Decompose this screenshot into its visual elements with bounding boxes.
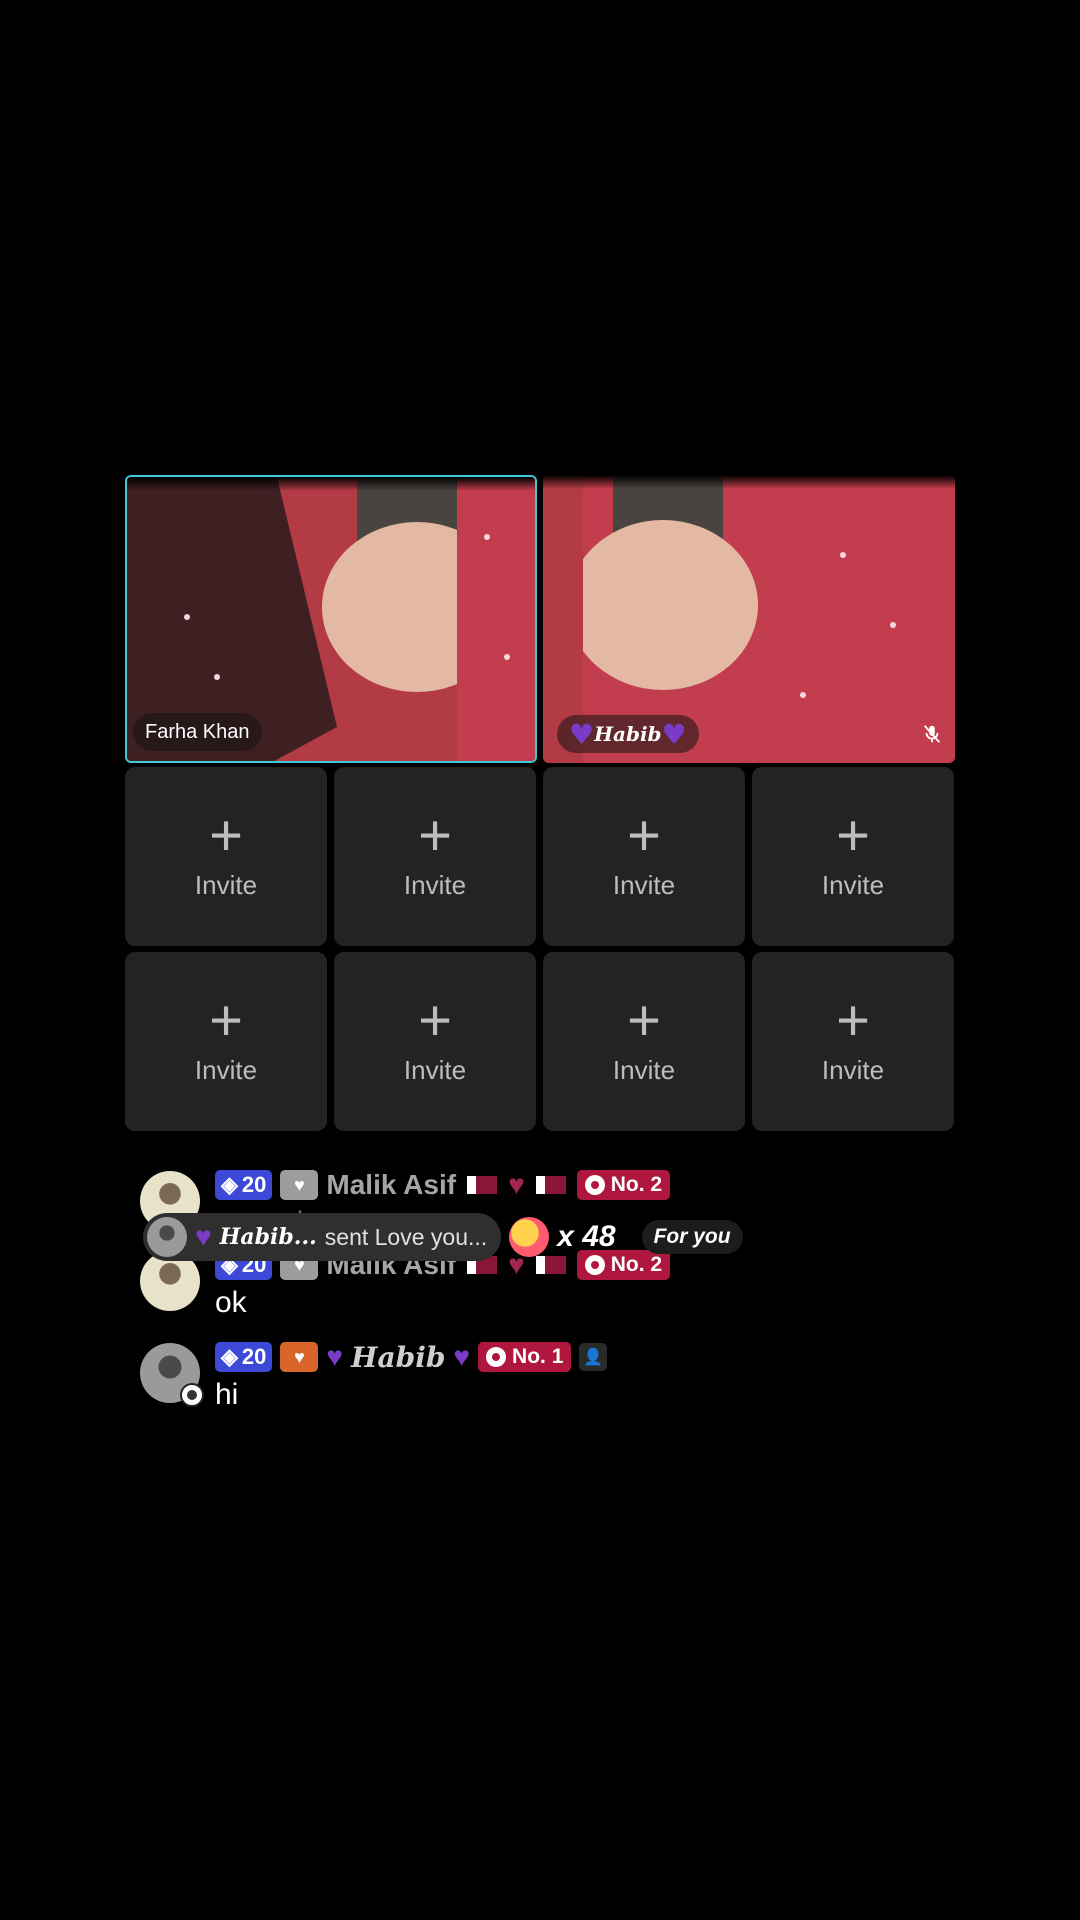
heart-icon: ♥ <box>508 1169 525 1200</box>
level-value: 20 <box>241 1344 267 1369</box>
rank-icon <box>584 1175 605 1195</box>
message-header: ◈ 20 ♥ Malik Asif ♥ No. 2 <box>215 1168 940 1202</box>
gift-sender-name: Habib... <box>219 1224 317 1250</box>
plus-icon: + <box>209 803 243 868</box>
diamond-icon: ◈ <box>221 1344 238 1369</box>
username[interactable]: Malik Asif <box>326 1169 456 1201</box>
guest-video-habib[interactable]: ♥ Habib ♥ <box>543 475 955 763</box>
rank-badge: No. 1 <box>478 1342 572 1372</box>
invite-label: Invite <box>821 870 885 900</box>
chat-message[interactable]: ◈ 20 ♥ ♥ Habib ♥ No. 1 👤 hi <box>140 1340 940 1412</box>
level-badge: ◈ 20 <box>215 1342 273 1372</box>
invite-slot[interactable]: + Invite <box>125 952 327 1131</box>
qatar-flag-icon <box>535 1176 566 1194</box>
message-header: ◈ 20 ♥ ♥ Habib ♥ No. 1 👤 <box>215 1340 940 1374</box>
for-you-tag: For you <box>641 1220 743 1254</box>
video-row: Farha Khan ♥ Habib ♥ <box>125 475 955 763</box>
invite-label: Invite <box>612 870 676 900</box>
mic-muted-icon <box>923 725 941 743</box>
invite-slot[interactable]: + Invite <box>752 952 954 1131</box>
message-text: ok <box>215 1286 247 1319</box>
gift-banner: ♥ Habib... sent Love you... x 48 For you <box>143 1213 743 1261</box>
plus-icon: + <box>836 803 870 868</box>
person-icon: 👤 <box>579 1343 608 1371</box>
host-name-tag: Farha Khan <box>133 713 262 751</box>
invite-slot[interactable]: + Invite <box>125 767 327 946</box>
plus-icon: + <box>627 803 661 868</box>
gift-sender-avatar <box>147 1217 187 1257</box>
username[interactable]: Habib <box>351 1341 445 1374</box>
guest-name-tag: ♥ Habib ♥ <box>557 715 699 753</box>
gift-text: sent Love you... <box>324 1223 488 1250</box>
fan-heart-icon: ♥ <box>280 1170 319 1200</box>
purple-heart-icon: ♥ <box>326 1341 344 1372</box>
level-badge: ◈ 20 <box>215 1170 273 1200</box>
purple-heart-icon: ♥ <box>569 717 595 751</box>
rank-value: No. 2 <box>610 1173 663 1196</box>
plus-icon: + <box>836 988 870 1053</box>
invite-slot[interactable]: + Invite <box>543 952 745 1131</box>
multi-guest-stage: Farha Khan ♥ Habib ♥ + Invite + Invite +… <box>125 475 955 1131</box>
plus-icon: + <box>627 988 661 1053</box>
invite-label: Invite <box>194 1055 258 1085</box>
guest-name: Habib <box>594 722 662 746</box>
top-shade <box>543 475 955 489</box>
invite-label: Invite <box>612 1055 676 1085</box>
love-you-gift-icon <box>509 1217 550 1257</box>
purple-heart-icon: ♥ <box>195 1221 212 1252</box>
chat-feed: ◈20 ♥ Malik Asif ♥ No. 2 very nice ◈20 ♥… <box>140 1168 940 1412</box>
gift-count: x 48 <box>557 1220 616 1253</box>
diamond-icon: ◈ <box>221 1172 238 1197</box>
rank-icon <box>486 1347 507 1367</box>
plus-icon: + <box>418 988 452 1053</box>
qatar-flag-icon <box>467 1176 498 1194</box>
invite-slot[interactable]: + Invite <box>334 952 536 1131</box>
gift-pill[interactable]: ♥ Habib... sent Love you... <box>143 1213 502 1261</box>
avatar[interactable] <box>140 1343 204 1407</box>
plus-icon: + <box>418 803 452 868</box>
purple-heart-icon: ♥ <box>453 1341 471 1372</box>
host-video-farha[interactable]: Farha Khan <box>125 475 537 763</box>
purple-heart-icon: ♥ <box>661 717 687 751</box>
level-value: 20 <box>241 1172 267 1197</box>
fan-heart-icon: ♥ <box>280 1342 319 1372</box>
invite-slot[interactable]: + Invite <box>334 767 536 946</box>
top-shade <box>127 477 535 491</box>
invite-label: Invite <box>821 1055 885 1085</box>
invite-label: Invite <box>403 870 467 900</box>
invite-label: Invite <box>194 870 258 900</box>
message-text: hi <box>215 1378 239 1411</box>
invite-grid: + Invite + Invite + Invite + Invite + Invite … <box>125 767 955 1131</box>
rank-value: No. 1 <box>512 1345 564 1368</box>
rank-badge: No. 2 <box>576 1170 671 1200</box>
live-indicator-icon <box>180 1383 204 1407</box>
invite-slot[interactable]: + Invite <box>752 767 954 946</box>
invite-label: Invite <box>403 1055 467 1085</box>
plus-icon: + <box>209 988 243 1053</box>
invite-slot[interactable]: + Invite <box>543 767 745 946</box>
